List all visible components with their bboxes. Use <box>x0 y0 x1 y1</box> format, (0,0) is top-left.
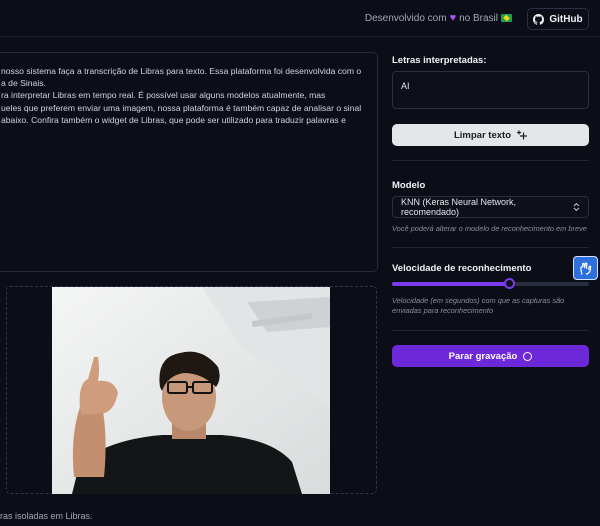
letters-value: AI <box>401 81 410 91</box>
top-bar: Desenvolvido com ♥ no Brasil GitHub <box>0 0 600 37</box>
model-select[interactable]: KNN (Keras Neural Network, recomendado) <box>392 196 589 218</box>
brazil-flag-icon <box>501 14 512 22</box>
credit-text: Desenvolvido com ♥ no Brasil <box>365 12 512 24</box>
speed-slider-fill <box>392 282 511 286</box>
loading-ring-icon <box>523 351 533 361</box>
speed-slider-thumb[interactable] <box>504 278 516 289</box>
divider <box>392 247 589 248</box>
stop-recording-label: Parar gravação <box>448 350 518 362</box>
letters-output: AI <box>392 71 589 109</box>
sparkle-icon <box>517 130 527 140</box>
description-line: a de Sinais. <box>1 78 46 89</box>
divider <box>392 330 589 331</box>
letters-label: Letras interpretadas: <box>392 55 487 66</box>
credit-suffix: no Brasil <box>459 12 498 24</box>
clear-text-label: Limpar texto <box>453 129 511 141</box>
speed-label: Velocidade de reconhecimento <box>392 263 532 274</box>
clear-text-button[interactable]: Limpar texto <box>392 124 589 146</box>
speed-hint: Velocidade (em segundos) com que as capt… <box>392 296 565 315</box>
github-label: GitHub <box>549 13 583 25</box>
stop-recording-button[interactable]: Parar gravação <box>392 345 589 367</box>
description-box: nosso sistema faça a transcrição de Libr… <box>0 52 378 272</box>
divider <box>392 160 589 161</box>
camera-feed <box>52 287 330 494</box>
heart-icon: ♥ <box>449 12 457 24</box>
description-line: ueles que preferem enviar uma imagem, no… <box>1 102 362 113</box>
hands-icon <box>580 261 592 275</box>
speed-slider[interactable] <box>392 282 589 286</box>
github-button[interactable]: GitHub <box>527 8 589 30</box>
model-label: Modelo <box>392 180 426 191</box>
model-selected-value: KNN (Keras Neural Network, recomendado) <box>401 197 517 217</box>
description-line: abaixo. Confira também o widget de Libra… <box>1 114 346 125</box>
github-icon <box>533 13 545 25</box>
camera-image <box>52 287 330 494</box>
libras-widget-button[interactable] <box>573 256 598 280</box>
model-hint: Você poderá alterar o modelo de reconhec… <box>392 224 587 233</box>
description-line: nosso sistema faça a transcrição de Libr… <box>1 66 362 76</box>
description-line: ra interpretar Libras em tempo real. É p… <box>1 90 326 101</box>
credit-prefix: Desenvolvido com <box>364 12 447 24</box>
chevron-up-down-icon <box>573 202 580 212</box>
camera-caption: ras isoladas em Libras. <box>0 511 93 521</box>
